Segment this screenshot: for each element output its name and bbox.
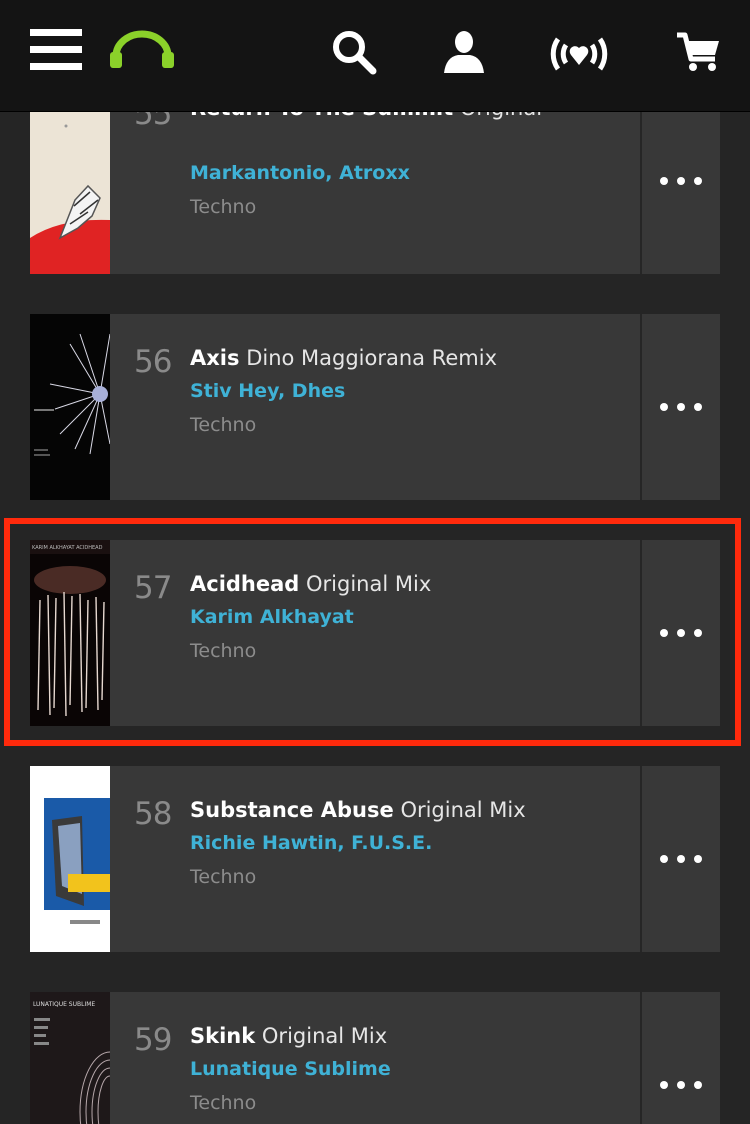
track-artwork[interactable] (30, 766, 110, 952)
more-options-button[interactable] (642, 766, 720, 952)
track-genre[interactable]: Techno (190, 866, 256, 888)
track-row[interactable]: 55 Return To The Summit Original Markant… (30, 88, 720, 274)
track-row[interactable]: LUNATIQUE SUBLIME 59 Skink Original Mix … (30, 992, 720, 1124)
track-artwork[interactable] (30, 88, 110, 274)
track-mix: Dino Maggiorana Remix (246, 346, 497, 370)
more-options-button[interactable] (642, 88, 720, 274)
track-rank: 56 (134, 344, 172, 380)
artwork-text: LUNATIQUE SUBLIME (33, 1001, 95, 1008)
more-options-button[interactable] (642, 992, 720, 1124)
track-name[interactable]: Substance Abuse (190, 798, 394, 822)
track-name[interactable]: Skink (190, 1024, 255, 1048)
highlight-box (4, 518, 741, 746)
account-icon[interactable] (440, 28, 488, 74)
track-rank: 59 (134, 1022, 172, 1058)
track-artwork[interactable]: LUNATIQUE SUBLIME (30, 992, 110, 1124)
track-mix: Original Mix (400, 798, 526, 822)
track-artists[interactable]: Richie Hawtin, F.U.S.E. (190, 832, 432, 854)
search-icon[interactable] (330, 28, 378, 76)
track-name[interactable]: Axis (190, 346, 240, 370)
track-mix: Original Mix (261, 1024, 388, 1048)
track-artists[interactable]: Stiv Hey, Dhes (190, 380, 345, 402)
track-artwork[interactable] (30, 314, 110, 500)
track-title[interactable]: Substance Abuse Original Mix (190, 798, 526, 822)
track-genre[interactable]: Techno (190, 414, 256, 436)
track-rank: 58 (134, 796, 172, 832)
track-genre[interactable]: Techno (190, 1092, 256, 1114)
beatport-logo[interactable] (108, 28, 176, 72)
track-artists[interactable]: Lunatique Sublime (190, 1058, 391, 1080)
my-beatport-icon[interactable] (548, 32, 610, 74)
menu-icon[interactable] (30, 28, 82, 72)
track-title[interactable]: Axis Dino Maggiorana Remix (190, 346, 497, 370)
more-options-button[interactable] (642, 314, 720, 500)
top-nav-bar (0, 0, 750, 112)
track-row[interactable]: 56 Axis Dino Maggiorana Remix Stiv Hey, … (30, 314, 720, 500)
track-row[interactable]: 58 Substance Abuse Original Mix Richie H… (30, 766, 720, 952)
track-artists[interactable]: Markantonio, Atroxx (190, 162, 410, 184)
cart-icon[interactable] (674, 30, 722, 74)
track-genre[interactable]: Techno (190, 196, 256, 218)
track-title[interactable]: Skink Original Mix (190, 1024, 387, 1048)
